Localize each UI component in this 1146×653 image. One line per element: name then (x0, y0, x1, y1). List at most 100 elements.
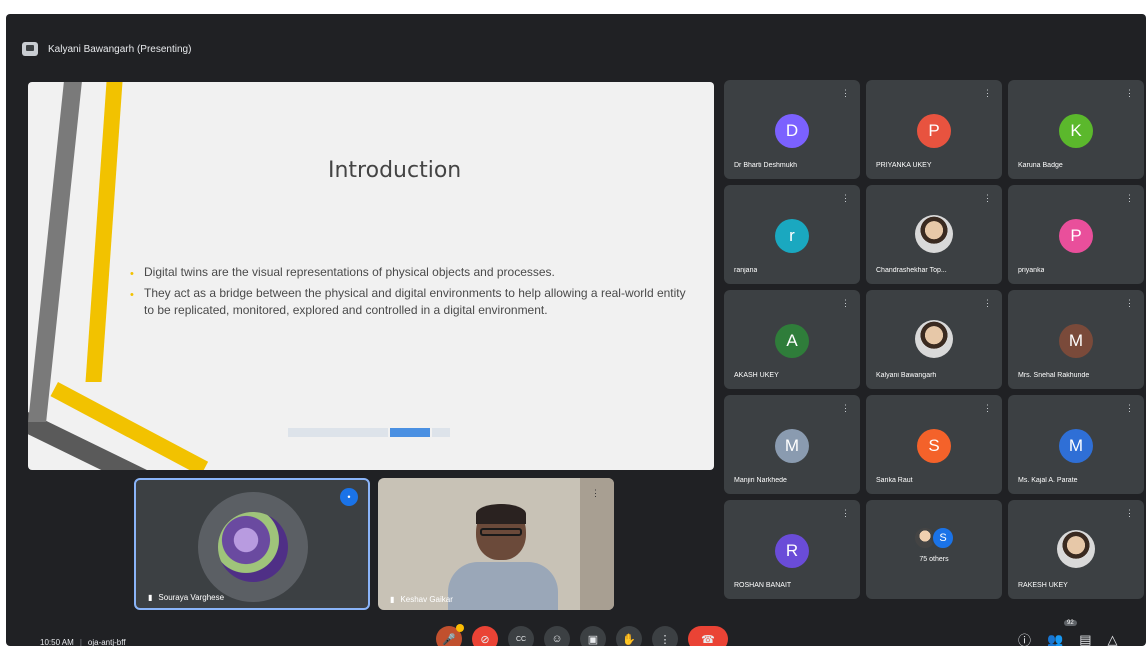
participant-tile[interactable]: ⋮ Kalyani Bawangarh (866, 290, 1002, 389)
more-options-icon[interactable]: ⋮ (1125, 508, 1134, 519)
slide-bullet: • They act as a bridge between the physic… (130, 286, 686, 317)
more-options-icon[interactable]: ⋮ (841, 508, 850, 519)
microphone-icon[interactable]: 🎤 (436, 624, 464, 646)
shared-slide: Introduction • Digital twins are the visu… (28, 82, 714, 470)
participant-tile[interactable]: ⋮ K Karuna Badge (1008, 80, 1144, 179)
avatar-photo (915, 320, 953, 358)
more-options-icon[interactable]: ⋮ (652, 626, 678, 646)
participant-name: Dr Bharti Deshmukh (734, 162, 798, 169)
people-icon[interactable]: 👥 (1047, 632, 1063, 647)
avatar (198, 492, 308, 602)
captions-button[interactable]: CC (508, 626, 534, 646)
avatar: K (1059, 114, 1093, 148)
end-call-button[interactable]: ☎ (688, 626, 728, 646)
more-options-icon[interactable]: ⋮ (841, 298, 850, 309)
avatar: M (775, 429, 809, 463)
slide-bullets: • Digital twins are the visual representa… (128, 264, 688, 323)
participant-name: Mrs. Snehal Rakhunde (1018, 372, 1090, 379)
others-count: 75 others (919, 556, 949, 563)
slide-bullet: • Digital twins are the visual representa… (130, 265, 555, 280)
participant-name: AKASH UKEY (734, 372, 779, 379)
participant-tile[interactable]: ⋮ R ROSHAN BANAIT (724, 500, 860, 599)
caption-segment (390, 428, 430, 437)
control-bar: 10:50 AM | oja-antj-bff 🎤 ⊘ CC ☺ ▣ ✋ ⋮ ☎… (6, 614, 1146, 646)
participant-name: Karuna Badge (1018, 162, 1063, 169)
participant-tile[interactable]: ⋮ M Ms. Kajal A. Parate (1008, 395, 1144, 494)
more-options-icon[interactable]: ⋮ (983, 193, 992, 204)
more-options-icon[interactable]: ⋮ (1125, 298, 1134, 309)
caption-segment (288, 428, 388, 437)
participant-name: priyanka (1018, 267, 1045, 274)
others-avatars: S (913, 526, 955, 550)
more-options-icon[interactable]: ⋮ (1125, 88, 1134, 99)
activities-icon[interactable]: △ (1108, 632, 1118, 647)
participant-name: Chandrashekhar Top... (876, 267, 947, 274)
caption-segment (432, 428, 450, 437)
meeting-code: oja-antj-bff (87, 638, 126, 646)
avatar: D (775, 114, 809, 148)
avatar: S (931, 526, 955, 550)
participant-tile[interactable]: ⋮ RAKESH UKEY (1008, 500, 1144, 599)
avatar: P (1059, 219, 1093, 253)
participant-name: ranjana (734, 267, 758, 274)
raise-hand-icon[interactable]: ✋ (616, 626, 642, 646)
participant-tile-video[interactable]: ⋮ ▮ Keshav Gaikar (378, 478, 614, 610)
presenting-bar: Kalyani Bawangarh (Presenting) (22, 40, 191, 58)
avatar-photo (1057, 530, 1095, 568)
participant-name: Keshav Gaikar (400, 595, 453, 604)
speaking-indicator-icon: • (340, 488, 358, 506)
avatar: r (775, 219, 809, 253)
slide-decoration (28, 82, 82, 422)
avatar: R (775, 534, 809, 568)
avatar: P (917, 114, 951, 148)
slide-title: Introduction (328, 158, 462, 183)
participant-name: RAKESH UKEY (1018, 582, 1068, 589)
participant-name: Ms. Kajal A. Parate (1018, 477, 1078, 484)
more-options-icon[interactable]: ⋮ (1125, 193, 1134, 204)
emoji-icon[interactable]: ☺ (544, 626, 570, 646)
pin-icon[interactable]: ▮ (390, 595, 394, 604)
avatar: S (917, 429, 951, 463)
more-options-icon[interactable]: ⋮ (1125, 403, 1134, 414)
more-options-icon[interactable]: ⋮ (983, 298, 992, 309)
call-controls: 🎤 ⊘ CC ☺ ▣ ✋ ⋮ ☎ (436, 624, 728, 646)
participant-tile-self[interactable]: • ▮ Souraya Varghese (134, 478, 370, 610)
participant-tile[interactable]: ⋮ r ranjana (724, 185, 860, 284)
others-tile[interactable]: S 75 others (866, 500, 1002, 599)
participant-tile[interactable]: ⋮ A AKASH UKEY (724, 290, 860, 389)
avatar: M (1059, 429, 1093, 463)
participant-name: ROSHAN BANAIT (734, 582, 792, 589)
people-count-badge: 92 (1064, 620, 1077, 626)
participant-name: Souraya Varghese (158, 593, 225, 602)
participant-tile[interactable]: ⋮ P priyanka (1008, 185, 1144, 284)
participant-tile[interactable]: ⋮ Chandrashekhar Top... (866, 185, 1002, 284)
participant-tile[interactable]: ⋮ D Dr Bharti Deshmukh (724, 80, 860, 179)
chat-icon[interactable]: ▤ (1079, 632, 1091, 647)
camera-off-icon[interactable]: ⊘ (472, 626, 498, 646)
participant-name: Manjiri Narkhede (734, 477, 787, 484)
info-icon[interactable]: ⓘ (1018, 630, 1031, 646)
participant-tile[interactable]: ⋮ M Manjiri Narkhede (724, 395, 860, 494)
pin-icon[interactable]: ▮ (148, 593, 152, 602)
more-options-icon[interactable]: ⋮ (983, 88, 992, 99)
avatar: A (775, 324, 809, 358)
slide-caption-bar (288, 428, 450, 437)
more-options-icon[interactable]: ⋮ (983, 403, 992, 414)
participant-name: PRIYANKA UKEY (876, 162, 932, 169)
present-icon (22, 42, 38, 56)
video-feed-person (448, 504, 558, 610)
participant-tile[interactable]: ⋮ M Mrs. Snehal Rakhunde (1008, 290, 1144, 389)
side-panel-controls: ⓘ 👥 92 ▤ △ (1018, 620, 1118, 647)
participant-name: Sarika Raut (876, 477, 913, 484)
participant-name: Kalyani Bawangarh (876, 372, 937, 379)
participant-grid: ⋮ D Dr Bharti Deshmukh ⋮ P PRIYANKA UKEY… (724, 80, 1144, 599)
present-screen-icon[interactable]: ▣ (580, 626, 606, 646)
avatar: M (1059, 324, 1093, 358)
participant-tile[interactable]: ⋮ S Sarika Raut (866, 395, 1002, 494)
presenting-title: Kalyani Bawangarh (Presenting) (48, 43, 192, 55)
pin-icon[interactable]: ⋮ (591, 488, 600, 499)
more-options-icon[interactable]: ⋮ (841, 403, 850, 414)
participant-tile[interactable]: ⋮ P PRIYANKA UKEY (866, 80, 1002, 179)
more-options-icon[interactable]: ⋮ (841, 193, 850, 204)
more-options-icon[interactable]: ⋮ (841, 88, 850, 99)
